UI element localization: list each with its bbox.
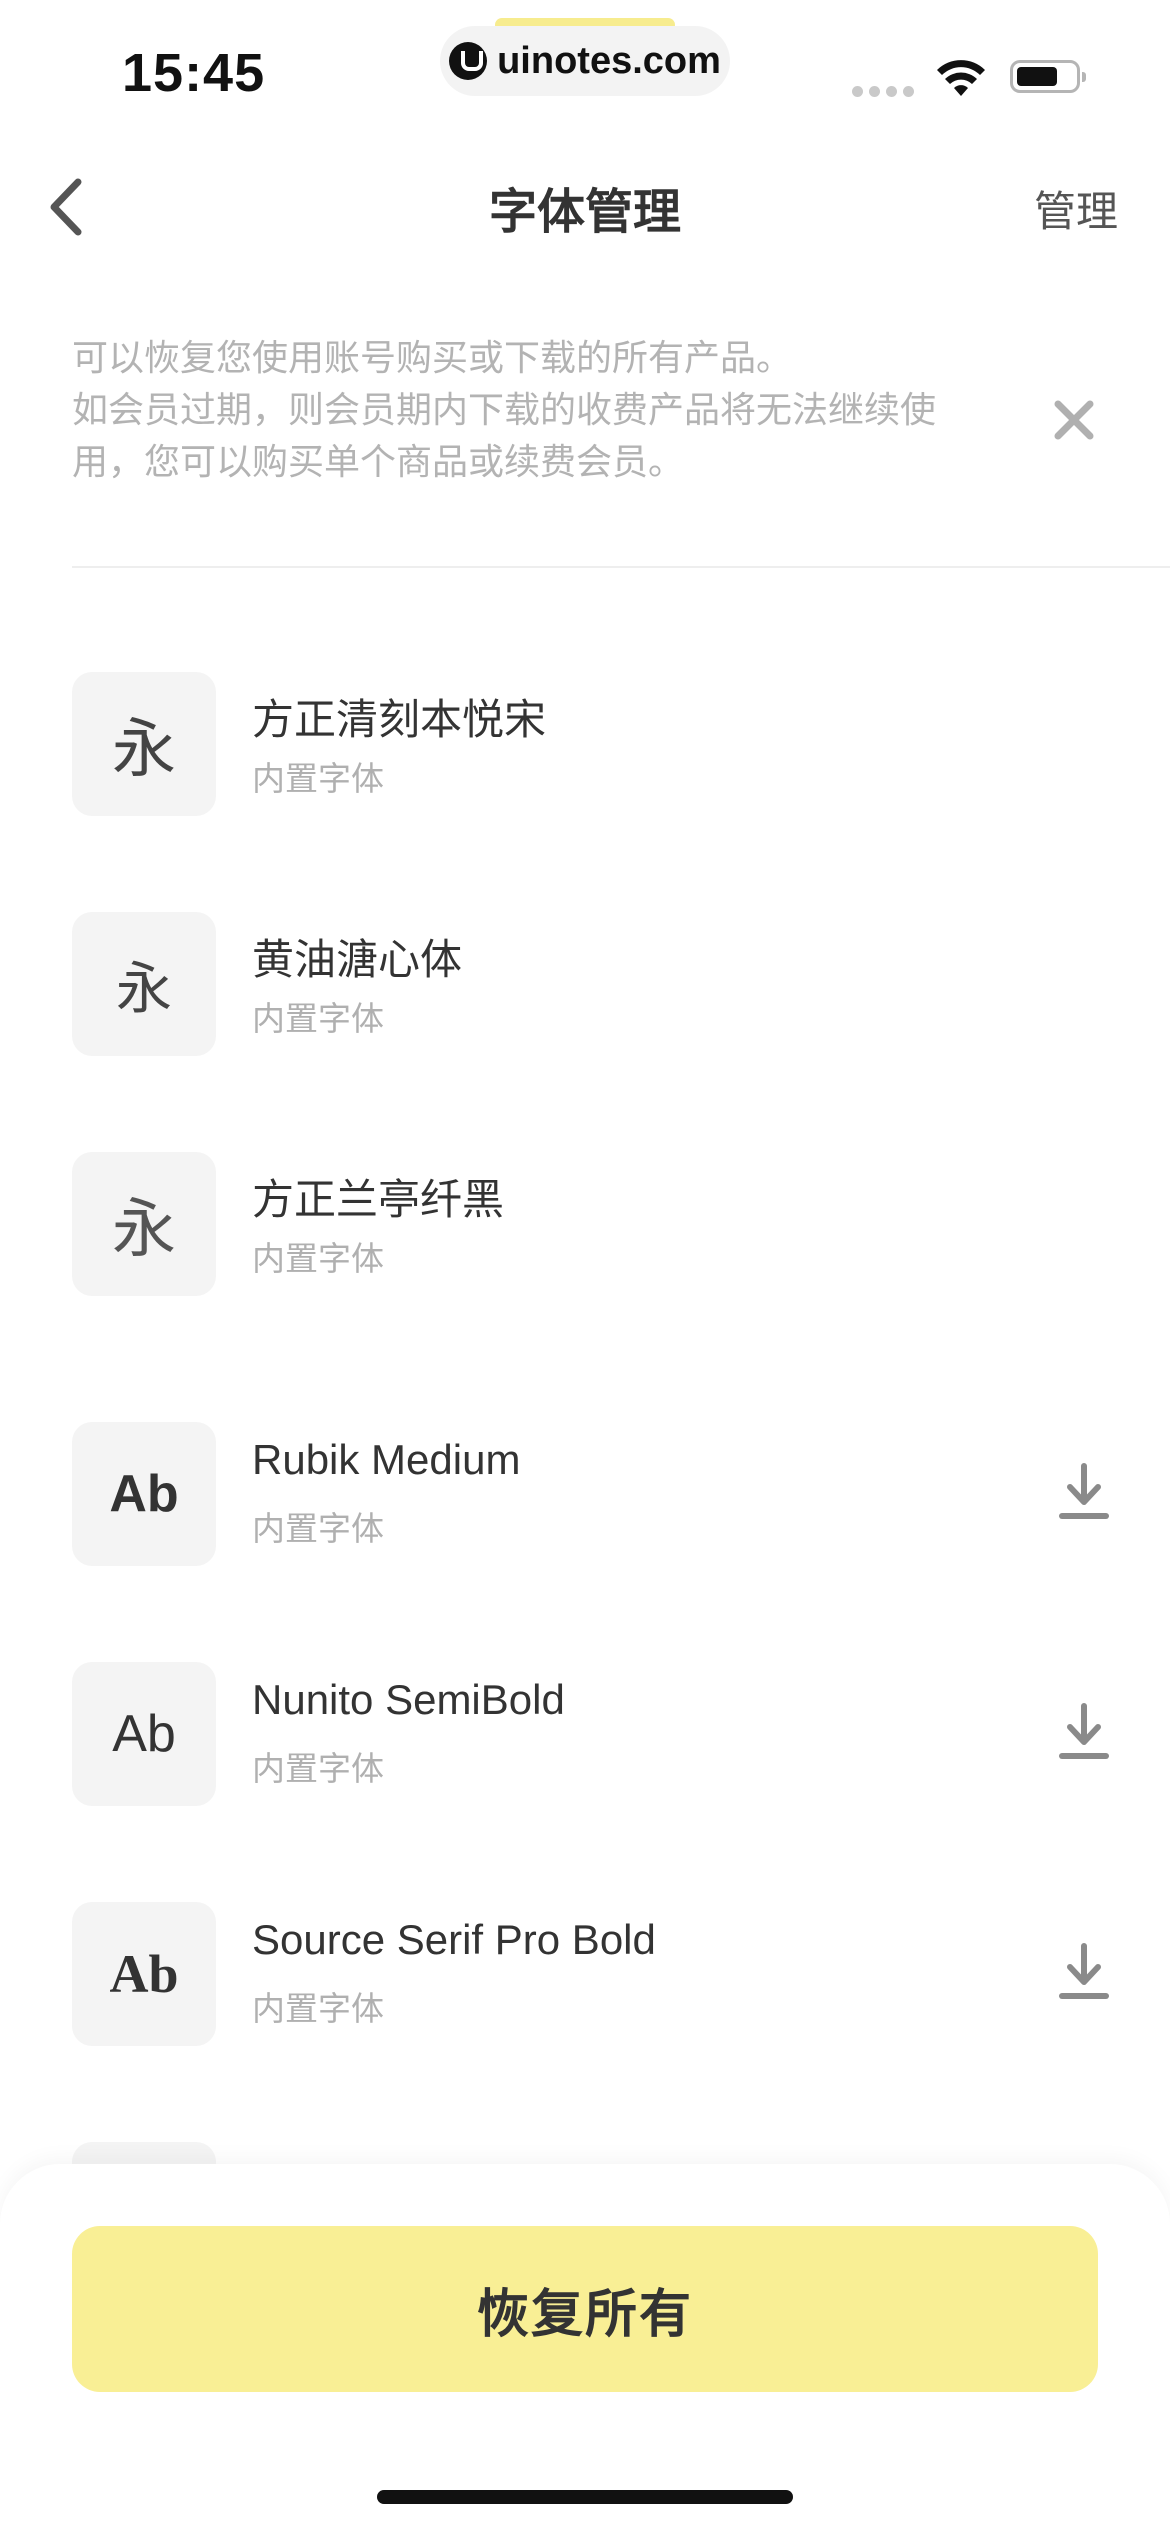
font-preview-thumb: Ab xyxy=(72,1662,216,1806)
notice-line: 可以恢复您使用账号购买或下载的所有产品。 xyxy=(72,337,793,378)
battery-icon xyxy=(1010,60,1086,93)
close-icon[interactable] xyxy=(1052,398,1096,442)
home-indicator xyxy=(377,2490,793,2504)
font-list-item[interactable]: Ab Source Serif Pro Bold 内置字体 xyxy=(72,1902,1112,2046)
font-name: 黄油溏心体 xyxy=(252,936,463,983)
font-preview-thumb: 永 xyxy=(72,672,216,816)
notice-line: 如会员过期，则会员期内下载的收费产品将无法继续使 xyxy=(72,389,937,430)
font-name: 方正清刻本悦宋 xyxy=(252,696,547,743)
font-list-item[interactable]: 永 方正清刻本悦宋 内置字体 xyxy=(72,672,1112,816)
font-list-item[interactable]: Ab Nunito SemiBold 内置字体 xyxy=(72,1662,1112,1806)
font-preview-thumb: 永 xyxy=(72,1152,216,1296)
font-preview-thumb: 永 xyxy=(72,912,216,1056)
font-type-label: 内置字体 xyxy=(252,1990,384,2027)
font-type-label: 内置字体 xyxy=(252,1000,384,1037)
watermark-text: uinotes.com xyxy=(497,39,721,82)
font-name: Nunito SemiBold xyxy=(252,1676,565,1723)
download-icon[interactable] xyxy=(1056,1702,1112,1762)
font-type-label: 内置字体 xyxy=(252,1240,384,1277)
font-name: Source Serif Pro Bold xyxy=(252,1916,656,1963)
restore-all-button[interactable]: 恢复所有 xyxy=(72,2226,1098,2392)
wifi-icon xyxy=(937,60,985,96)
manage-button[interactable]: 管理 xyxy=(1034,178,1118,239)
font-preview-thumb: Ab xyxy=(72,1902,216,2046)
restore-notice: 可以恢复您使用账号购买或下载的所有产品。 如会员过期，则会员期内下载的收费产品将… xyxy=(72,332,972,488)
font-type-label: 内置字体 xyxy=(252,1510,384,1547)
font-name: 方正兰亭纤黑 xyxy=(252,1176,505,1223)
cellular-signal-icon xyxy=(852,86,914,97)
download-icon[interactable] xyxy=(1056,1462,1112,1522)
download-icon[interactable] xyxy=(1056,1942,1112,2002)
uinotes-logo-icon xyxy=(449,42,488,80)
status-time: 15:45 xyxy=(122,43,266,103)
watermark-badge: uinotes.com xyxy=(440,26,730,96)
notice-line: 用，您可以购买单个商品或续费会员。 xyxy=(72,441,685,482)
font-type-label: 内置字体 xyxy=(252,1750,384,1787)
font-list-item[interactable]: Ab Rubik Medium 内置字体 xyxy=(72,1422,1112,1566)
font-type-label: 内置字体 xyxy=(252,760,384,797)
font-name: Rubik Medium xyxy=(252,1436,521,1483)
font-preview-thumb: Ab xyxy=(72,1422,216,1566)
font-list-item[interactable]: 永 方正兰亭纤黑 内置字体 xyxy=(72,1152,1112,1296)
divider xyxy=(72,566,1170,568)
font-list-item[interactable]: 永 黄油溏心体 内置字体 xyxy=(72,912,1112,1056)
page-title: 字体管理 xyxy=(488,186,681,239)
